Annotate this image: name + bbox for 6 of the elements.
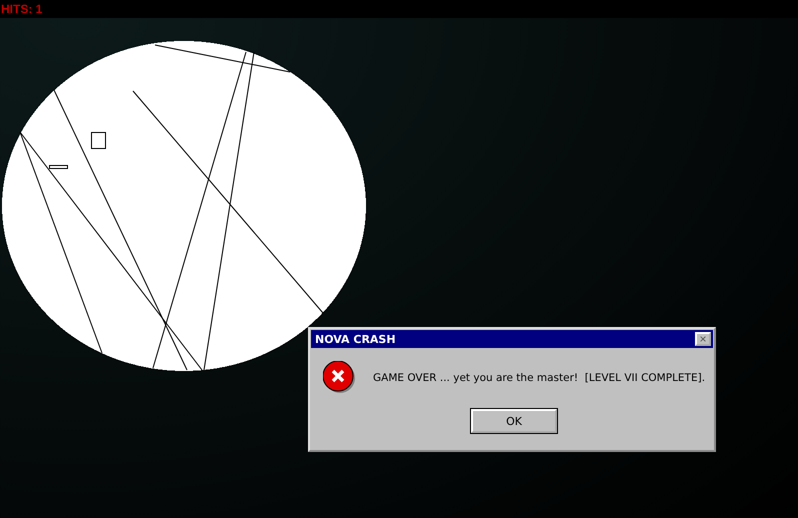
- dialog-message: GAME OVER ... yet you are the master! [LEVEL VII COMPLETE].: [373, 372, 706, 384]
- close-button[interactable]: ×: [695, 332, 711, 346]
- hits-counter: HITS: 1: [1, 2, 42, 16]
- dialog-title: NOVA CRASH: [315, 332, 396, 346]
- ok-button[interactable]: OK: [471, 409, 557, 433]
- error-icon: [323, 361, 357, 395]
